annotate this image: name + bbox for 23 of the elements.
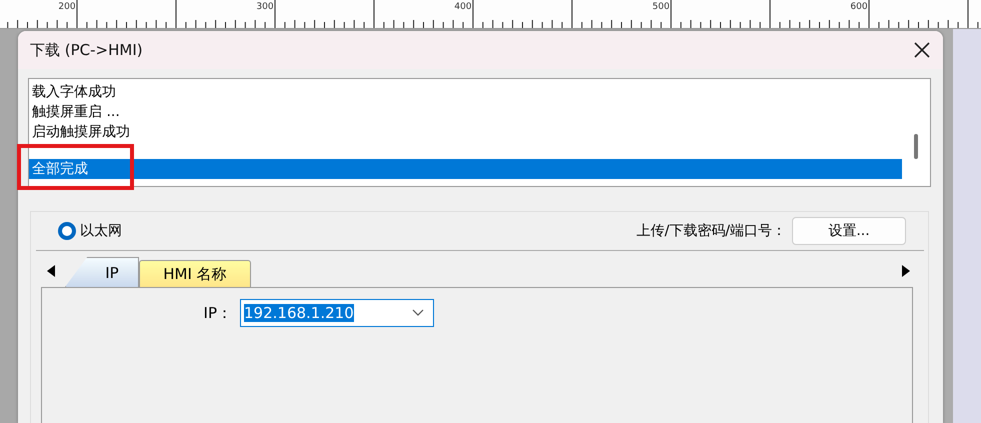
ruler-label: 500: [652, 2, 670, 12]
tab[interactable]: IP: [65, 257, 139, 287]
radio-label: 以太网: [80, 222, 122, 240]
ruler-label: 400: [454, 2, 472, 12]
ip-combo-box[interactable]: 192.168.1.210: [240, 299, 434, 327]
radio-icon[interactable]: [58, 222, 76, 240]
ruler-label: 200: [58, 2, 76, 12]
close-icon[interactable]: [913, 41, 931, 59]
window-title: 下载 (PC->HMI): [30, 40, 143, 60]
ethernet-radio[interactable]: 以太网: [58, 222, 122, 240]
right-arrow-icon[interactable]: [902, 265, 910, 277]
chevron-down-icon[interactable]: [412, 309, 424, 317]
ruler-label: 600: [850, 2, 868, 12]
tab[interactable]: HMI 名称: [139, 260, 251, 287]
log-line[interactable]: 启动触摸屏成功: [29, 122, 902, 142]
left-arrow-icon[interactable]: [47, 265, 55, 277]
ip-label: IP：: [202, 304, 232, 322]
log-line[interactable]: 载入字体成功: [29, 82, 902, 102]
password-port-label: 上传/下载密码/端口号：: [636, 222, 786, 240]
settings-button[interactable]: 设置...: [792, 217, 906, 245]
log-line[interactable]: 触摸屏重启 ...: [29, 102, 902, 122]
ruler-label: 300: [256, 2, 274, 12]
scrollbar-thumb[interactable]: [914, 134, 918, 159]
